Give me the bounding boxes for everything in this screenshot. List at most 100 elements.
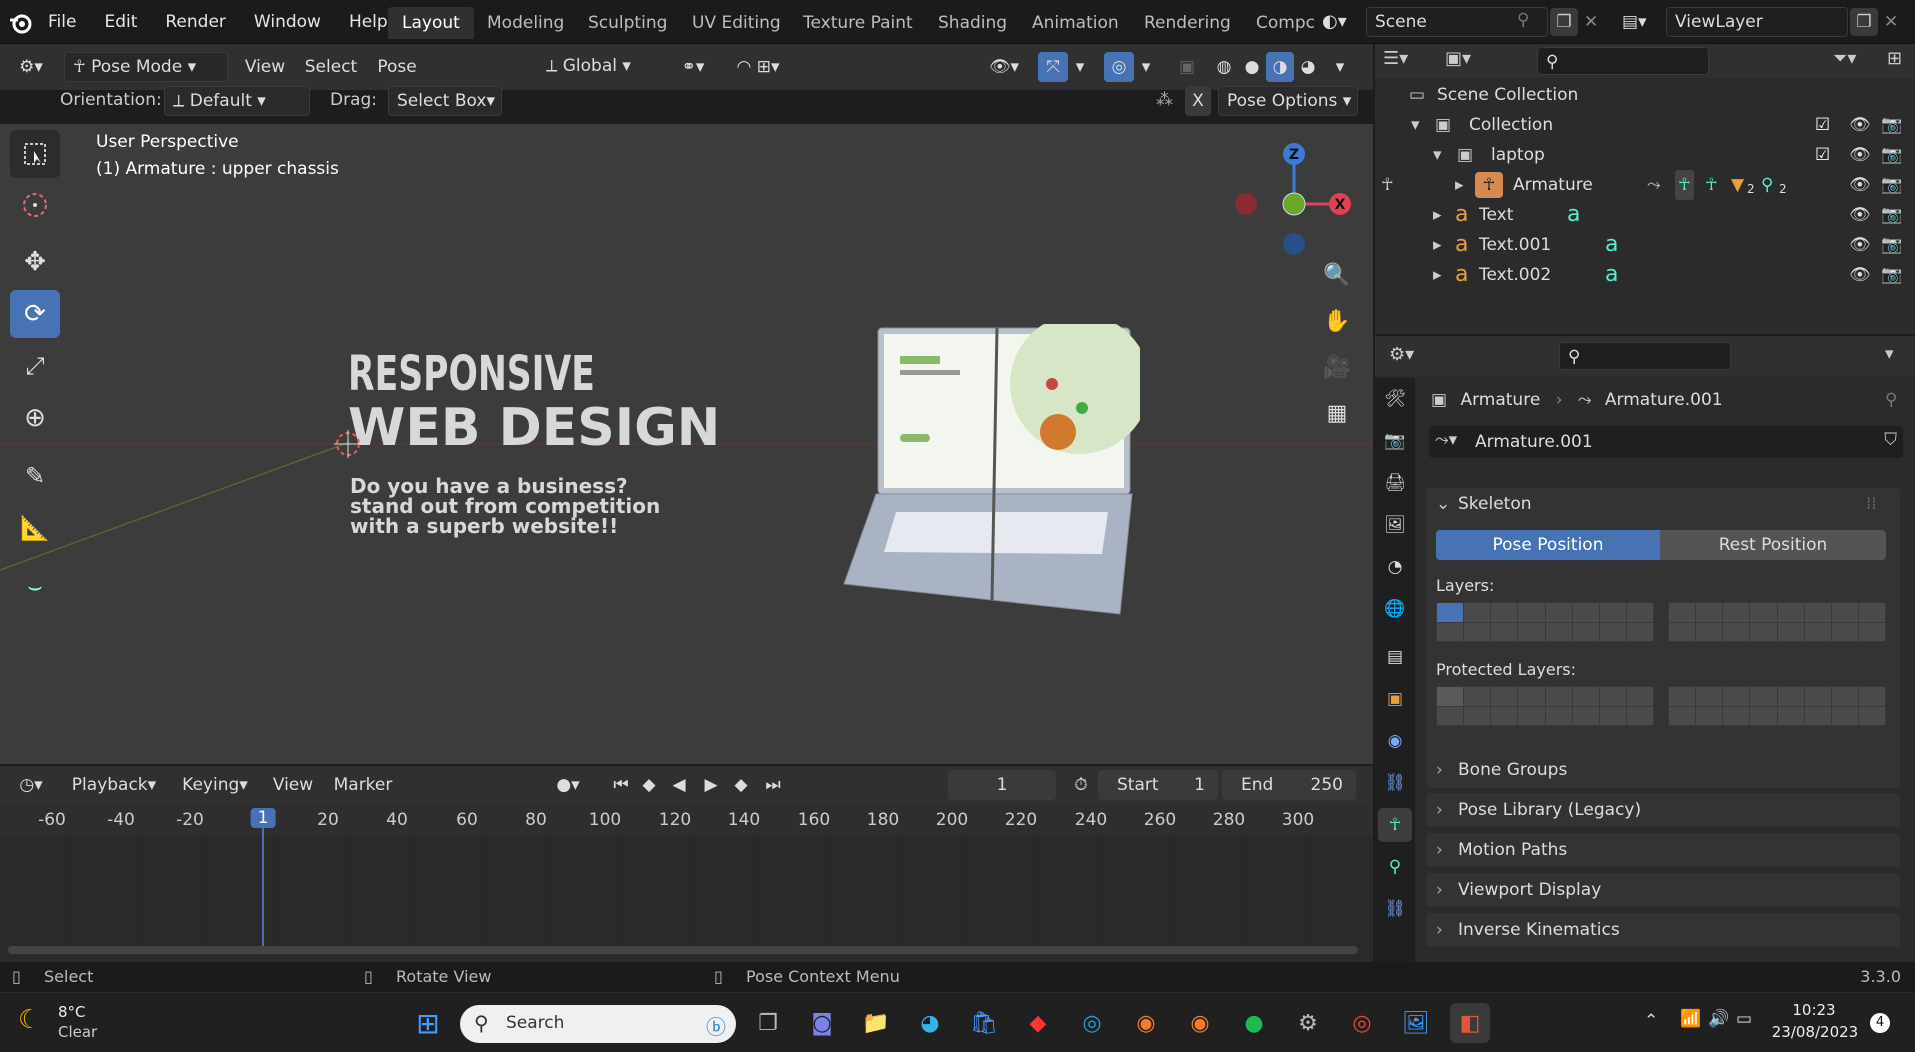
store-icon[interactable]: 🛍 <box>964 1003 1004 1043</box>
xray-icon[interactable]: ▣ <box>1172 52 1202 82</box>
file-explorer-icon[interactable]: 📁 <box>856 1003 896 1043</box>
rotate-tool[interactable]: ⟳ <box>10 290 60 338</box>
eye-icon[interactable]: 👁 <box>1849 110 1871 140</box>
bone-constraints-tab-icon[interactable]: ⛓ <box>1378 892 1412 926</box>
panel-viewport-display[interactable]: › Viewport Display <box>1426 873 1900 907</box>
layers-grid-2[interactable] <box>1668 602 1886 642</box>
properties-search-input[interactable]: ⚲ <box>1559 342 1731 370</box>
outliner-item-text-001[interactable]: ▸ a Text.001 a 👁 📷 <box>1375 230 1915 260</box>
wifi-icon[interactable]: 📶 <box>1680 1009 1701 1029</box>
protected-layer-dot[interactable] <box>1437 687 1464 706</box>
tool-tab-icon[interactable]: 🛠 <box>1378 382 1412 416</box>
outliner-item-armature[interactable]: ☥ ▸ ☥ Armature ⤳ ☥ ☥ ▼ 2 ⚲ 2 👁 📷 <box>1375 170 1915 200</box>
menu-file[interactable]: File <box>34 0 90 44</box>
world-tab-icon[interactable]: 🌐 <box>1378 592 1412 626</box>
mirror-icon[interactable]: ⁂ <box>1156 90 1173 110</box>
tab-sculpting[interactable]: Sculpting <box>574 7 681 39</box>
outliner-item-text-002[interactable]: ▸ a Text.002 a 👁 📷 <box>1375 260 1915 290</box>
menu-window[interactable]: Window <box>240 0 335 44</box>
spotify-icon[interactable]: ● <box>1234 1003 1274 1043</box>
eye-icon[interactable]: 👁 <box>1849 200 1871 230</box>
panel-inverse-kinematics[interactable]: › Inverse Kinematics <box>1426 913 1900 947</box>
snap-icon[interactable]: ◠ ⊞▾ <box>718 52 798 82</box>
panel-motion-paths[interactable]: › Motion Paths <box>1426 833 1900 867</box>
close-icon[interactable]: ✕ <box>1584 8 1598 36</box>
bone-constraint-icon[interactable]: ⚲ <box>1761 170 1773 200</box>
playhead-line[interactable] <box>262 828 264 948</box>
output-tab-icon[interactable]: 🖨 <box>1378 466 1412 500</box>
eye-icon[interactable]: 👁 <box>1849 140 1871 170</box>
protected-layers-grid-1[interactable] <box>1436 686 1654 726</box>
render-camera-icon[interactable]: 📷 <box>1881 110 1902 140</box>
prev-keyframe-icon[interactable]: ◆ <box>636 770 662 800</box>
tab-uv-editing[interactable]: UV Editing <box>678 7 795 39</box>
jump-end-icon[interactable]: ⏭ <box>760 770 786 800</box>
volume-icon[interactable]: 🔊 <box>1708 1009 1729 1029</box>
rest-position-button[interactable]: Rest Position <box>1660 530 1886 560</box>
laptop-model[interactable] <box>840 324 1140 624</box>
tab-rendering[interactable]: Rendering <box>1130 7 1245 39</box>
text-data-icon[interactable]: a <box>1605 260 1618 290</box>
bone-tab-icon[interactable]: ⚲ <box>1378 850 1412 884</box>
record-icon[interactable]: ●▾ <box>540 770 596 800</box>
drag-select[interactable]: Select Box▾ <box>388 86 502 116</box>
physics-tab-icon[interactable]: ◉ <box>1378 724 1412 758</box>
camera-view-icon[interactable]: 🎥 <box>1316 346 1358 388</box>
menu-view[interactable]: View <box>240 52 290 82</box>
pose-position-button[interactable]: Pose Position <box>1436 530 1660 560</box>
viewlayer-field[interactable]: ViewLayer <box>1666 7 1848 37</box>
next-keyframe-icon[interactable]: ◆ <box>728 770 754 800</box>
pose-options-select[interactable]: Pose Options ▾ <box>1218 86 1358 116</box>
new-viewlayer-icon[interactable]: ❐ <box>1850 8 1878 36</box>
shading-dropdown-icon[interactable]: ▾ <box>1328 52 1352 82</box>
render-tab-icon[interactable]: 📷 <box>1378 424 1412 458</box>
bone-icon[interactable]: ☥ <box>1705 170 1718 200</box>
eye-icon[interactable]: 👁 <box>1849 170 1871 200</box>
tab-shading[interactable]: Shading <box>924 7 1021 39</box>
rendered-shading-icon[interactable]: ◕ <box>1294 52 1322 82</box>
chrome-icon[interactable]: ◎ <box>1342 1003 1382 1043</box>
clock-time[interactable]: 10:23 <box>1784 1001 1844 1019</box>
new-scene-icon[interactable]: ❐ <box>1550 8 1578 36</box>
solid-shading-icon[interactable]: ● <box>1238 52 1266 82</box>
armature-data-icon[interactable]: ⤳ <box>1647 170 1661 200</box>
new-collection-icon[interactable]: ⊞ <box>1887 48 1902 69</box>
perspective-toggle-icon[interactable]: ▦ <box>1316 392 1358 434</box>
fake-user-shield-icon[interactable]: ⛉ <box>1884 430 1897 450</box>
datablock-selector[interactable]: ⤳▾ Armature.001 ⛉ <box>1429 426 1903 458</box>
tab-compositing[interactable]: Compc <box>1242 7 1329 39</box>
object-tab-icon[interactable]: ▣ <box>1378 682 1412 716</box>
vertex-group-icon[interactable]: ▼ <box>1731 170 1744 200</box>
timeline-track-area[interactable] <box>0 836 1373 948</box>
cursor-tool[interactable] <box>10 181 60 229</box>
timeline-editor-icon[interactable]: ◷▾ <box>8 770 54 800</box>
expand-arrow-icon[interactable]: ▸ <box>1433 200 1442 230</box>
outliner-search-input[interactable]: ⚲ <box>1537 47 1709 75</box>
chevron-up-icon[interactable]: ⌃ <box>1644 1011 1658 1031</box>
editor-type-icon[interactable]: ⚙▾ <box>6 52 56 82</box>
settings-gear-icon[interactable]: ⚙ <box>1288 1003 1328 1043</box>
expand-arrow-icon[interactable]: ▸ <box>1455 170 1464 200</box>
outliner-editor-icon[interactable]: ☰▾ <box>1383 48 1408 69</box>
app-swirl-icon[interactable]: ◎ <box>1072 1003 1112 1043</box>
blender-taskbar-icon-2[interactable]: ◉ <box>1180 1003 1220 1043</box>
3d-cursor-icon[interactable] <box>334 430 362 458</box>
panel-pose-library[interactable]: › Pose Library (Legacy) <box>1426 793 1900 827</box>
expand-arrow-icon[interactable]: ▸ <box>1433 230 1442 260</box>
display-mode-icon[interactable]: ▣▾ <box>1445 48 1471 69</box>
edge-browser-icon[interactable]: ◕ <box>910 1003 950 1043</box>
blender-logo-icon[interactable] <box>8 10 34 36</box>
weather-temp[interactable]: 8°C <box>58 1003 86 1021</box>
3d-viewport[interactable]: User Perspective (1) Armature : upper ch… <box>0 124 1373 764</box>
weather-moon-icon[interactable]: ☾ <box>18 1005 41 1035</box>
gizmo-dropdown-icon[interactable]: ▾ <box>1068 52 1092 82</box>
teams-chat-icon[interactable]: ◙ <box>802 1003 842 1043</box>
scene-tab-icon[interactable]: ◔ <box>1378 550 1412 584</box>
outliner-scene-collection[interactable]: ▭ Scene Collection <box>1375 80 1915 110</box>
notification-badge[interactable]: 4 <box>1870 1013 1890 1033</box>
chevron-down-icon[interactable]: ⌄ <box>1436 494 1450 514</box>
current-frame-field[interactable]: 1 <box>948 770 1056 800</box>
play-reverse-icon[interactable]: ◀ <box>666 770 692 800</box>
properties-editor-icon[interactable]: ⚙▾ <box>1389 344 1414 365</box>
photos-icon[interactable]: 🖼 <box>1396 1003 1436 1043</box>
